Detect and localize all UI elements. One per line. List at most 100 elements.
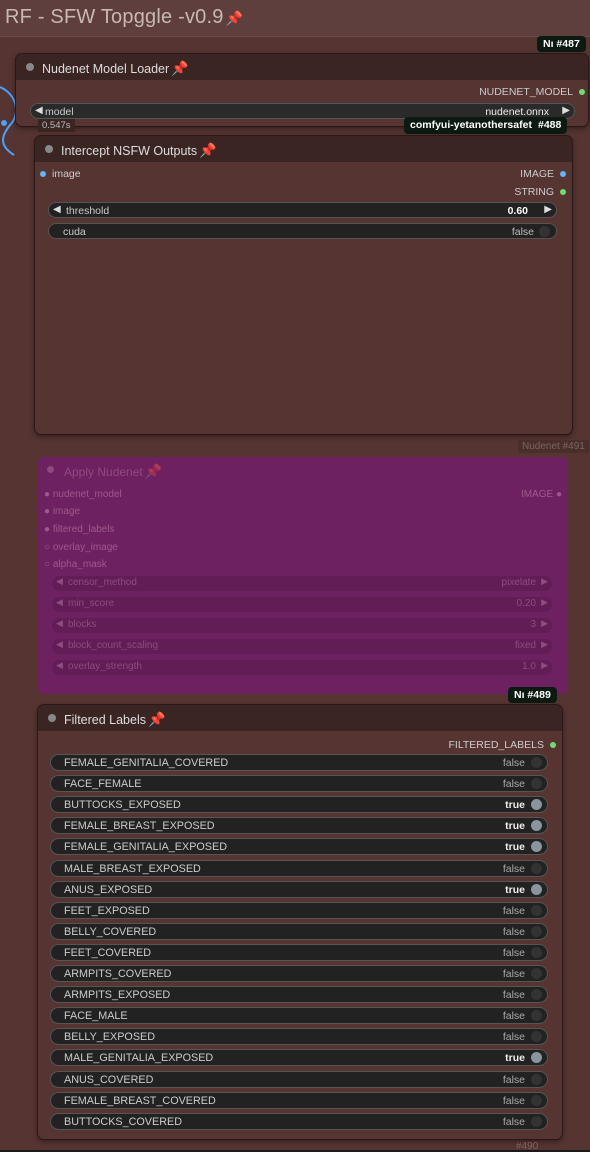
node-id-badge-487: Nı #487 — [537, 36, 586, 52]
arrow-right-icon[interactable]: ▶ — [544, 204, 552, 215]
label-toggle-row[interactable]: FACE_MALE false — [50, 1007, 548, 1025]
blocks-slider[interactable]: ◀ blocks 3 ▶ — [52, 618, 552, 633]
output-string-dot[interactable] — [560, 189, 566, 195]
output-image-dot[interactable] — [560, 171, 566, 177]
censor-method-combo[interactable]: ◀ censor_method pixelate ▶ — [52, 576, 552, 591]
toggle-knob[interactable] — [531, 1115, 542, 1127]
intercept-nsfw-node[interactable]: Intercept NSFW Outputs 📌 image IMAGE STRI… — [35, 136, 572, 434]
label-value: true — [505, 1052, 525, 1065]
toggle-knob[interactable] — [539, 226, 550, 237]
label-toggle-row[interactable]: MALE_GENITALIA_EXPOSED true — [50, 1049, 548, 1067]
toggle-knob[interactable] — [531, 1031, 542, 1043]
cuda-toggle[interactable]: cuda false — [48, 223, 557, 239]
label-toggle-row[interactable]: FACE_FEMALE false — [50, 775, 548, 793]
label-toggle-row[interactable]: BUTTOCKS_COVERED false — [50, 1112, 548, 1130]
toggle-knob[interactable] — [531, 757, 542, 768]
node-title: Intercept NSFW Outputs 📌 — [61, 142, 217, 158]
block-count-scaling-combo[interactable]: ◀ block_count_scaling fixed ▶ — [52, 639, 552, 654]
label-name: FACE_MALE — [64, 1010, 128, 1023]
toggle-knob[interactable] — [531, 841, 542, 853]
input-nudenet-model[interactable]: ● nudenet_model — [44, 489, 122, 500]
label-toggle-row[interactable]: BELLY_COVERED false — [50, 922, 548, 940]
toggle-knob[interactable] — [531, 925, 542, 937]
label-toggle-row[interactable]: ARMPITS_EXPOSED false — [50, 986, 548, 1004]
arrow-left-icon[interactable]: ◀ — [53, 204, 61, 215]
input-image[interactable]: ● image — [44, 506, 80, 517]
node-title-bar[interactable]: Nudenet Model Loader 📌 — [16, 54, 588, 80]
apply-nudenet-node[interactable]: Apply Nudenet 📌 ● nudenet_model ● image ●… — [38, 457, 568, 694]
node-title: Nudenet Model Loader 📌 — [42, 60, 189, 76]
label-name: FEET_COVERED — [64, 946, 151, 959]
toggle-knob[interactable] — [531, 1052, 542, 1064]
nudenet-model-loader-node[interactable]: Nudenet Model Loader 📌 NUDENET_MODEL ◀ mo… — [16, 54, 588, 126]
node-title-bar[interactable]: Filtered Labels 📌 — [38, 705, 562, 731]
toggle-knob[interactable] — [531, 1094, 542, 1106]
label-value: false — [502, 1115, 525, 1128]
label-toggle-row[interactable]: BUTTOCKS_EXPOSED true — [50, 796, 548, 814]
threshold-slider[interactable]: ◀ threshold 0.60 ▶ — [48, 202, 557, 218]
label-name: ANUS_EXPOSED — [64, 883, 153, 896]
label-value: false — [502, 1010, 525, 1023]
cuda-label: cuda — [63, 226, 86, 238]
pin-icon: 📌 — [225, 10, 244, 26]
label-toggle-row[interactable]: ANUS_EXPOSED true — [50, 880, 548, 898]
label-toggle-row[interactable]: FEMALE_GENITALIA_COVERED false — [50, 754, 548, 771]
output-filtered-labels-dot[interactable] — [550, 742, 556, 748]
label-toggle-row[interactable]: FEMALE_BREAST_EXPOSED true — [50, 817, 548, 835]
label-value: false — [502, 968, 525, 980]
toggle-knob[interactable] — [531, 946, 542, 958]
collapse-dot-icon[interactable] — [48, 714, 56, 722]
node-group[interactable]: RF - SFW Topggle -v0.9 📌 Nı #487 Nudenet … — [0, 0, 590, 1152]
label-name: BUTTOCKS_COVERED — [64, 1115, 182, 1128]
overlay-strength-slider[interactable]: ◀ overlay_strength 1.0 ▶ — [52, 660, 552, 675]
label-toggle-row[interactable]: ANUS_COVERED false — [50, 1070, 548, 1088]
label-toggle-row[interactable]: BELLY_EXPOSED false — [50, 1028, 548, 1046]
toggle-knob[interactable] — [531, 904, 542, 916]
node-title-bar[interactable]: Intercept NSFW Outputs 📌 — [35, 136, 572, 162]
label-toggle-row[interactable]: FEMALE_BREAST_COVERED false — [50, 1091, 548, 1109]
toggle-knob[interactable] — [531, 820, 542, 832]
input-overlay-image[interactable]: ○ overlay_image — [44, 542, 118, 553]
label-name: FEMALE_BREAST_COVERED — [64, 1094, 216, 1107]
toggle-knob[interactable] — [531, 862, 542, 874]
label-value: true — [505, 820, 525, 833]
arrow-right-icon[interactable]: ▶ — [562, 105, 570, 116]
label-name: ARMPITS_COVERED — [64, 968, 172, 980]
label-value: true — [505, 883, 525, 896]
input-filtered-labels[interactable]: ● filtered_labels — [44, 524, 115, 535]
toggle-knob[interactable] — [531, 799, 542, 811]
label-name: ANUS_COVERED — [64, 1073, 154, 1086]
label-name: MALE_GENITALIA_EXPOSED — [64, 1052, 214, 1065]
label-toggle-row[interactable]: FEMALE_GENITALIA_EXPOSED true — [50, 838, 548, 856]
output-nudenet-model-label: NUDENET_MODEL — [479, 86, 573, 98]
min-score-slider[interactable]: ◀ min_score 0.20 ▶ — [52, 597, 552, 612]
input-alpha-mask[interactable]: ○ alpha_mask — [44, 559, 107, 570]
toggle-knob[interactable] — [531, 883, 542, 895]
output-string-label: STRING — [514, 186, 554, 198]
toggle-knob[interactable] — [531, 1010, 542, 1022]
group-title-bar[interactable]: RF - SFW Topggle -v0.9 📌 — [0, 0, 590, 37]
collapse-dot-icon[interactable] — [45, 145, 53, 153]
cuda-value: false — [511, 226, 534, 238]
toggle-knob[interactable] — [531, 1073, 542, 1085]
label-toggle-row[interactable]: FEET_EXPOSED false — [50, 901, 548, 919]
toggle-knob[interactable] — [531, 989, 542, 1001]
tooltip-badge: comfyui-yetanothersafetycl — [404, 117, 553, 134]
threshold-value: 0.60 — [507, 205, 528, 217]
label-name: FEMALE_GENITALIA_EXPOSED — [64, 841, 228, 854]
group-title: RF - SFW Topggle -v0.9 📌 — [5, 6, 244, 28]
label-toggle-row[interactable]: ARMPITS_COVERED false — [50, 965, 548, 982]
collapse-dot-icon[interactable] — [47, 466, 54, 473]
label-toggle-row[interactable]: FEET_COVERED false — [50, 943, 548, 961]
toggle-knob[interactable] — [531, 778, 542, 790]
output-nudenet-model-dot[interactable] — [579, 89, 585, 95]
label-value: false — [502, 1094, 525, 1107]
filtered-labels-node[interactable]: Filtered Labels 📌 FILTERED_LABELS FEMALE_… — [38, 705, 562, 1139]
arrow-left-icon[interactable]: ◀ — [35, 105, 43, 116]
toggle-knob[interactable] — [531, 968, 542, 979]
collapse-dot-icon[interactable] — [26, 63, 34, 71]
input-image-dot[interactable] — [40, 171, 46, 177]
output-image[interactable]: IMAGE ● — [521, 489, 562, 500]
model-label: model — [45, 106, 74, 118]
label-toggle-row[interactable]: MALE_BREAST_EXPOSED false — [50, 859, 548, 877]
